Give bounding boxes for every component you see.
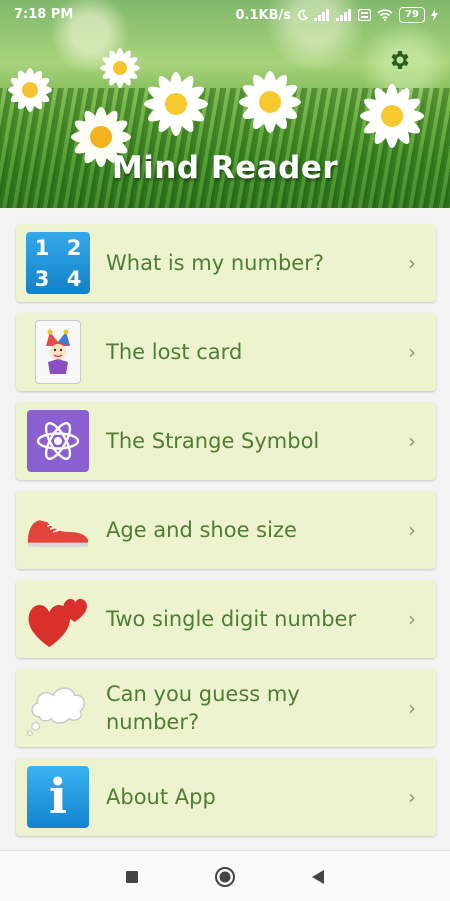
wifi-icon <box>377 9 393 21</box>
status-indicators: 0.1KB/s 79 <box>235 7 438 23</box>
icon-digit: 2 <box>66 235 82 260</box>
menu-item-label: The lost card <box>106 340 243 364</box>
daisy-decoration <box>239 71 301 133</box>
daisy-decoration <box>144 72 208 136</box>
settings-button[interactable] <box>386 46 414 74</box>
network-speed: 0.1KB/s <box>235 7 292 23</box>
menu-item-label: Can you guess my number? <box>106 682 300 734</box>
header-banner: 7:18 PM 0.1KB/s 79 Mind Reader <box>0 0 450 208</box>
menu-list: 1 2 3 4 What is my number? › The lost ca… <box>16 224 436 847</box>
status-bar: 7:18 PM 0.1KB/s 79 <box>0 0 450 30</box>
menu-item-what-is-my-number[interactable]: 1 2 3 4 What is my number? › <box>16 224 436 302</box>
app-title: Mind Reader <box>111 150 339 186</box>
system-nav-bar <box>0 850 450 901</box>
hearts-icon <box>26 588 90 650</box>
daisy-decoration <box>8 68 52 112</box>
menu-item-age-shoe-size[interactable]: Age and shoe size › <box>16 491 436 569</box>
chevron-right-icon: › <box>408 785 416 809</box>
icon-digit: 3 <box>34 266 50 291</box>
menu-item-strange-symbol[interactable]: The Strange Symbol › <box>16 402 436 480</box>
recents-button[interactable] <box>120 865 144 889</box>
battery-level: 79 <box>399 7 425 23</box>
menu-item-label: What is my number? <box>106 251 324 275</box>
status-time: 7:18 PM <box>14 7 74 22</box>
menu-item-label: About App <box>106 785 216 809</box>
info-icon: i <box>26 766 90 828</box>
number-grid-icon: 1 2 3 4 <box>26 232 90 294</box>
menu-item-label: The Strange Symbol <box>106 429 320 453</box>
gear-icon <box>391 51 409 69</box>
notification-icon <box>358 9 371 21</box>
home-button[interactable] <box>213 865 237 889</box>
chevron-right-icon: › <box>408 607 416 631</box>
menu-item-two-digit-number[interactable]: Two single digit number › <box>16 580 436 658</box>
chevron-right-icon: › <box>408 696 416 720</box>
menu-item-guess-my-number[interactable]: Can you guess my number? › <box>16 669 436 747</box>
info-glyph: i <box>27 766 89 828</box>
thought-bubble-icon <box>26 677 90 739</box>
menu-item-label: Two single digit number <box>106 607 357 631</box>
signal-icon <box>314 9 329 21</box>
triangle-back-icon <box>312 870 324 884</box>
daisy-decoration <box>360 84 424 148</box>
moon-icon <box>298 9 308 21</box>
chevron-right-icon: › <box>408 251 416 275</box>
signal-icon <box>336 9 351 21</box>
chevron-right-icon: › <box>408 429 416 453</box>
charging-icon <box>431 9 438 21</box>
menu-item-label: Age and shoe size <box>106 518 297 542</box>
icon-digit: 4 <box>66 266 82 291</box>
joker-card-icon <box>26 320 90 384</box>
menu-item-about-app[interactable]: i About App › <box>16 758 436 836</box>
chevron-right-icon: › <box>408 340 416 364</box>
icon-digit: 1 <box>34 235 50 260</box>
atom-icon <box>26 410 90 472</box>
chevron-right-icon: › <box>408 518 416 542</box>
sneaker-icon <box>26 499 90 561</box>
square-icon <box>126 871 138 883</box>
menu-item-lost-card[interactable]: The lost card › <box>16 313 436 391</box>
circle-icon <box>215 867 235 887</box>
back-button[interactable] <box>306 865 330 889</box>
